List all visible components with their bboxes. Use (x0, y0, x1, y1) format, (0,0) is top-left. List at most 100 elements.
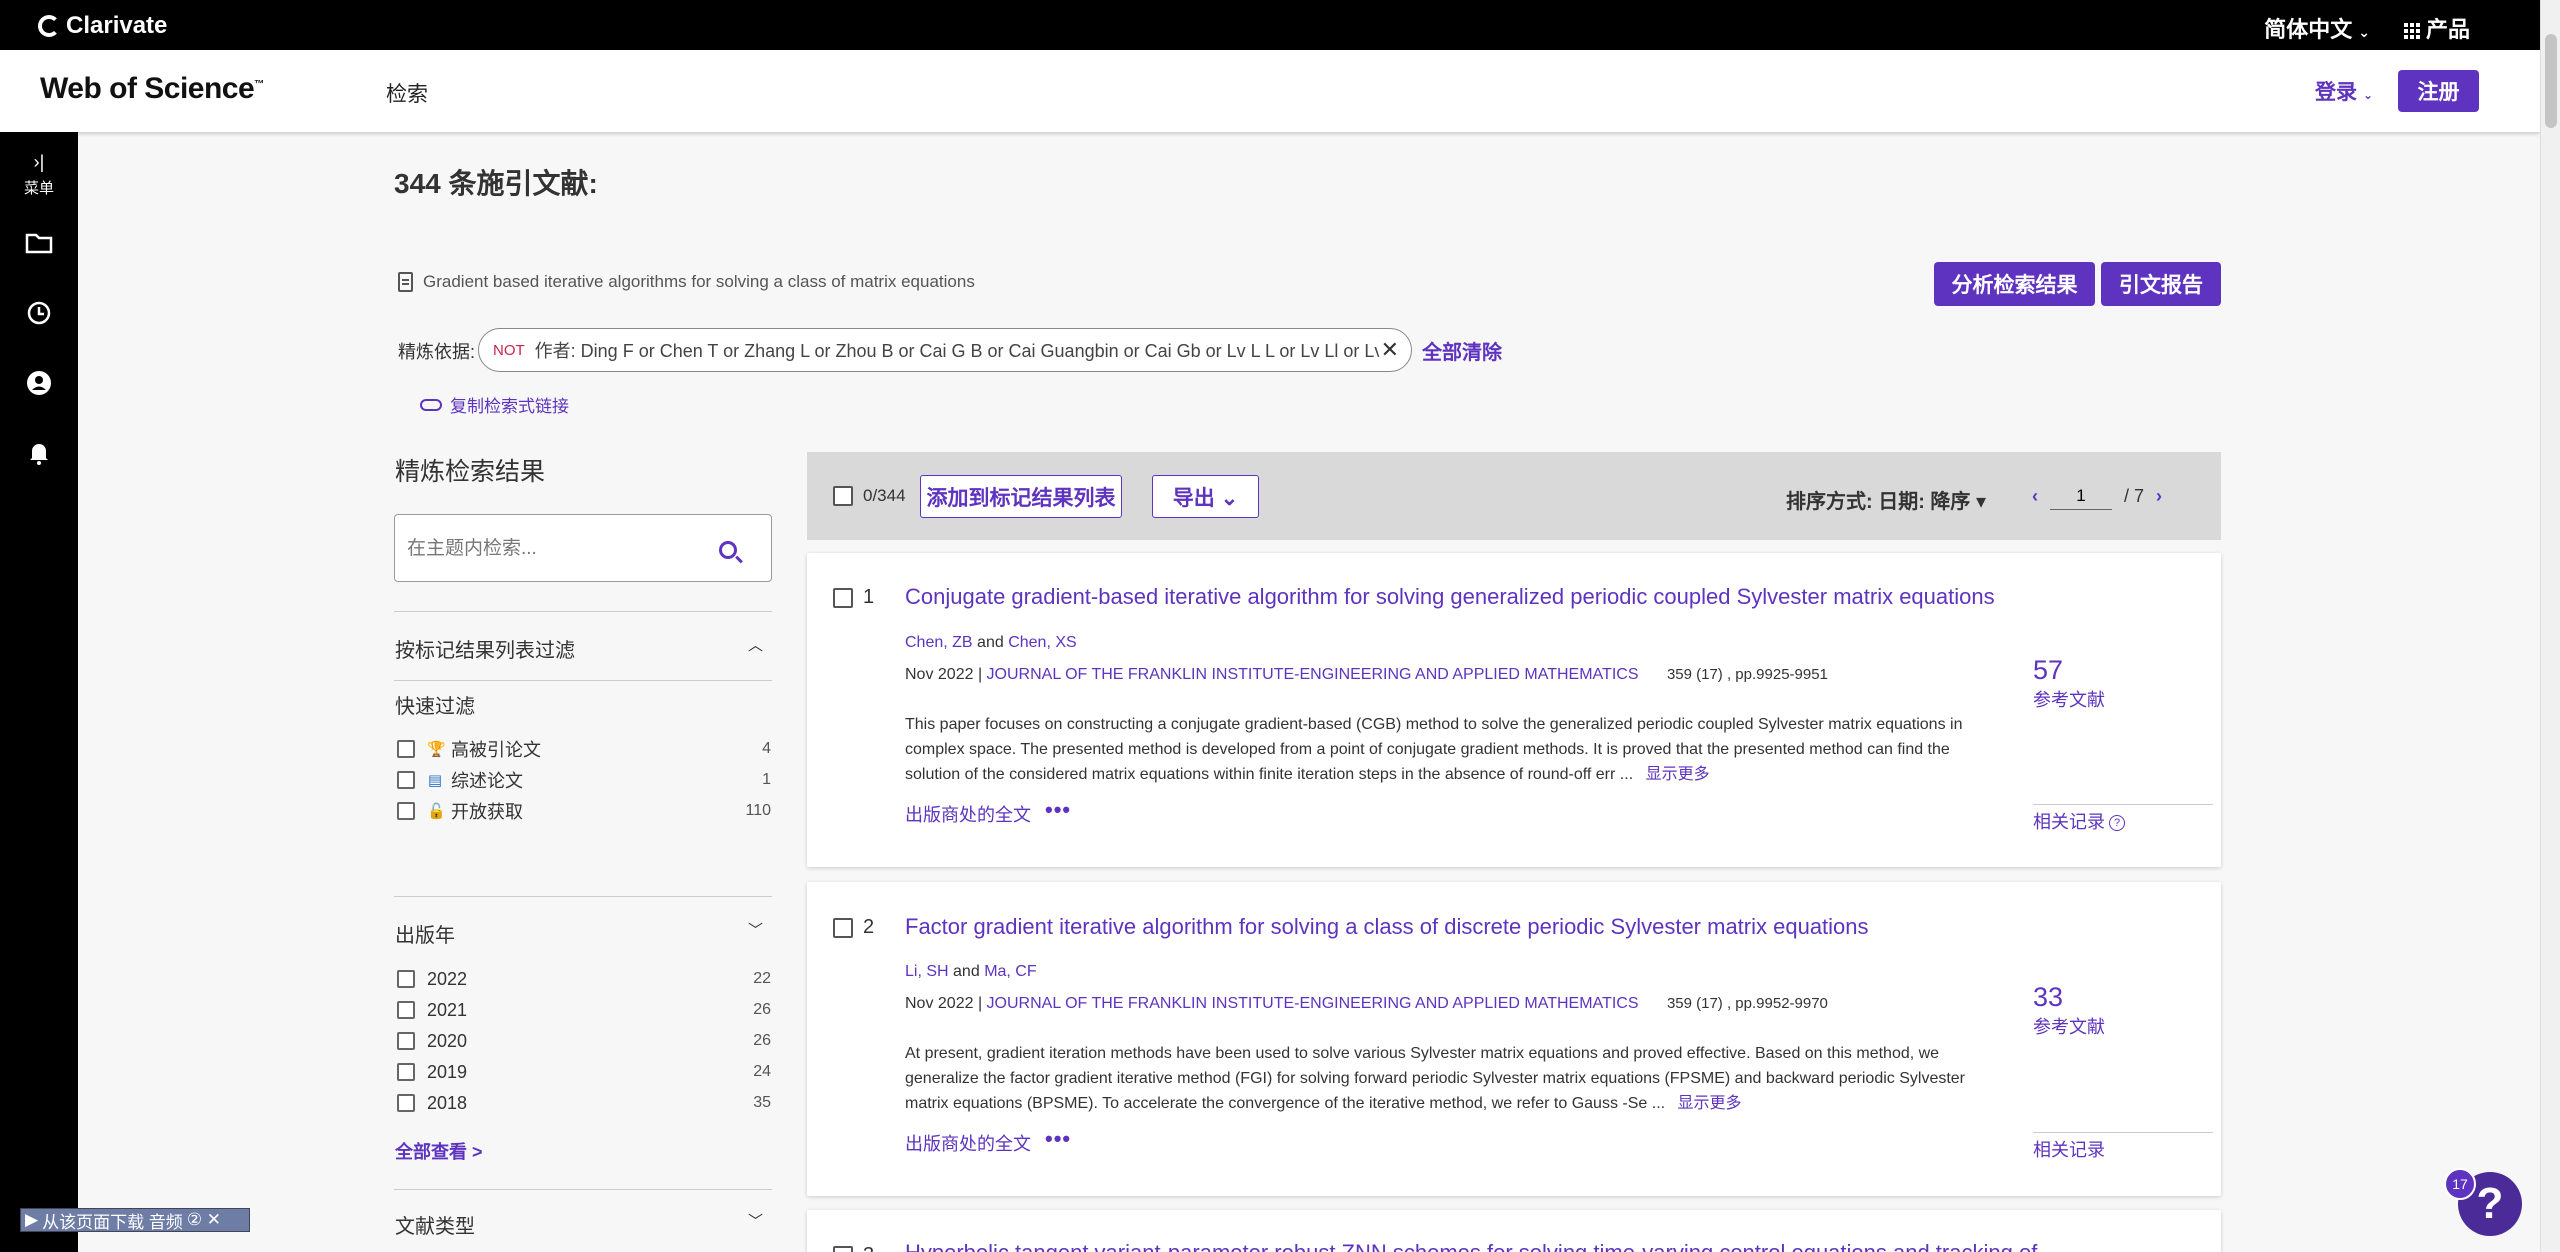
products-menu[interactable]: 产品 (2403, 12, 2470, 44)
analyze-results-button[interactable]: 分析检索结果 (1934, 262, 2095, 306)
sort-label: 排序方式: 日期: 降序 (1786, 491, 1971, 513)
export-button[interactable]: 导出 ⌄ (1152, 475, 1259, 518)
quick-filter-review[interactable]: ▤ 综述论文 1 (397, 768, 771, 792)
help-icon[interactable]: ? (2109, 815, 2125, 832)
record-checkbox[interactable] (833, 588, 853, 608)
abstract-text: This paper focuses on constructing a con… (905, 716, 1963, 783)
checkbox[interactable] (397, 1032, 415, 1050)
sidebar-menu-toggle[interactable]: ›| 菜单 (0, 152, 78, 198)
reference-count[interactable]: 57 (2033, 655, 2063, 686)
marked-list-filter-header[interactable]: 按标记结果列表过滤 ︿ (395, 634, 773, 663)
reference-label[interactable]: 参考文献 (2033, 1013, 2105, 1039)
record-number: 3 (863, 1244, 874, 1252)
copy-query-link[interactable]: 复制检索式链接 (420, 392, 569, 417)
topic-search-input[interactable] (407, 535, 707, 563)
divider (394, 611, 772, 612)
record-title-link[interactable]: Conjugate gradient-based iterative algor… (905, 584, 1995, 610)
checkbox[interactable] (397, 802, 415, 820)
year-filter-2020[interactable]: 2020 26 (397, 1029, 771, 1053)
pub-year-header[interactable]: 出版年 ﹀ (395, 919, 773, 948)
sort-dropdown[interactable]: 排序方式: 日期: 降序 ▾ (1786, 485, 1986, 514)
search-icon[interactable] (719, 541, 737, 559)
checkbox[interactable] (397, 970, 415, 988)
refine-results-title: 精炼检索结果 (395, 458, 546, 486)
pub-date: Nov 2022 | (905, 666, 983, 683)
filter-count: 4 (762, 740, 771, 757)
language-selector[interactable]: 简体中文 ⌄ (2264, 12, 2370, 44)
quick-filter-open-access[interactable]: 🔓 开放获取 110 (397, 799, 771, 823)
more-options-icon[interactable]: ••• (1045, 1126, 1071, 1152)
divider (394, 1189, 772, 1190)
trophy-icon: 🏆 (427, 741, 446, 758)
related-records-link[interactable]: 相关记录 (2033, 1136, 2105, 1162)
chevron-down-icon: ﹀ (747, 922, 763, 939)
chevron-down-icon: ⌄ (2358, 24, 2370, 40)
show-more-link[interactable]: 显示更多 (1646, 766, 1710, 783)
checkbox[interactable] (397, 1094, 415, 1112)
year-filter-2019[interactable]: 2019 24 (397, 1060, 771, 1084)
reference-count[interactable]: 33 (2033, 982, 2063, 1013)
clarivate-logo-icon (38, 15, 60, 37)
record-title-link[interactable]: Hyperbolic tangent variant-parameter rob… (905, 1240, 2037, 1252)
quick-filter-highly-cited[interactable]: 🏆 高被引论文 4 (397, 737, 771, 761)
nav-search-link[interactable]: 检索 (386, 78, 428, 108)
login-menu[interactable]: 登录 ⌄ (2315, 76, 2373, 106)
checkbox[interactable] (397, 1063, 415, 1081)
year-filter-2018[interactable]: 2018 35 (397, 1091, 771, 1115)
filter-count: 24 (753, 1063, 771, 1080)
products-label: 产品 (2425, 17, 2470, 42)
checkbox[interactable] (397, 1001, 415, 1019)
record-title-link[interactable]: Factor gradient iterative algorithm for … (905, 914, 1869, 940)
citation-report-button[interactable]: 引文报告 (2101, 262, 2221, 306)
add-to-marked-list-button[interactable]: 添加到标记结果列表 (920, 475, 1122, 518)
site-header: Web of Science™ 检索 登录 ⌄ 注册 (0, 50, 2540, 132)
year-filter-2021[interactable]: 2021 26 (397, 998, 771, 1022)
see-all-years-link[interactable]: 全部查看 > (395, 1138, 483, 1164)
publisher-fulltext-link[interactable]: 出版商处的全文 (905, 1130, 1031, 1156)
record-number: 1 (863, 586, 875, 608)
next-page-icon[interactable]: › (2156, 486, 2162, 507)
close-icon[interactable]: ✕ (1381, 337, 1399, 363)
journal-link[interactable]: JOURNAL OF THE FRANKLIN INSTITUTE-ENGINE… (987, 995, 1639, 1012)
author-link[interactable]: Chen, ZB (905, 634, 973, 651)
doc-type-label: 文献类型 (395, 1216, 475, 1238)
download-bar-controls[interactable]: ② ✕ (187, 1210, 221, 1230)
journal-link[interactable]: JOURNAL OF THE FRANKLIN INSTITUTE-ENGINE… (987, 666, 1639, 683)
clear-all-link[interactable]: 全部清除 (1422, 336, 1502, 365)
checkbox[interactable] (397, 771, 415, 789)
author-link[interactable]: Chen, XS (1008, 634, 1076, 651)
author-link[interactable]: Ma, CF (984, 963, 1036, 980)
audio-download-bar[interactable]: ▶ 从该页面下载 音频 ② ✕ (20, 1208, 250, 1232)
folder-icon[interactable] (24, 228, 54, 258)
register-button[interactable]: 注册 (2398, 70, 2479, 112)
related-records-link[interactable]: 相关记录? (2033, 808, 2125, 834)
wos-logo[interactable]: Web of Science™ (40, 72, 264, 106)
author-link[interactable]: Li, SH (905, 963, 949, 980)
checkbox[interactable] (397, 740, 415, 758)
source-document: Gradient based iterative algorithms for … (398, 272, 975, 292)
select-all-checkbox[interactable] (833, 486, 853, 506)
more-options-icon[interactable]: ••• (1045, 797, 1071, 823)
publisher-fulltext-link[interactable]: 出版商处的全文 (905, 801, 1031, 827)
bell-icon[interactable] (24, 438, 54, 468)
pub-date: Nov 2022 | (905, 995, 983, 1012)
chevron-down-icon: ﹀ (747, 1213, 763, 1230)
show-more-link[interactable]: 显示更多 (1678, 1095, 1742, 1112)
year-filter-2022[interactable]: 2022 22 (397, 967, 771, 991)
scrollbar-thumb[interactable] (2545, 34, 2557, 128)
filter-label: 2020 (427, 1030, 468, 1051)
history-icon[interactable] (24, 298, 54, 328)
refine-filter-chip[interactable]: NOT 作者: Ding F or Chen T or Zhang L or Z… (478, 328, 1412, 372)
refine-label: 精炼依据: (398, 342, 476, 362)
doc-type-header[interactable]: 文献类型 ﹀ (395, 1210, 773, 1239)
reference-label[interactable]: 参考文献 (2033, 686, 2105, 712)
sidebar-menu-label: 菜单 (23, 180, 54, 197)
record-abstract: At present, gradient iteration methods h… (905, 1041, 1995, 1116)
user-account-icon[interactable] (24, 368, 54, 398)
record-checkbox[interactable] (833, 1246, 853, 1252)
prev-page-icon[interactable]: ‹ (2032, 486, 2038, 507)
clarivate-logo[interactable]: Clarivate (38, 12, 167, 40)
page-number-input[interactable] (2050, 482, 2112, 510)
record-checkbox[interactable] (833, 918, 853, 938)
page-scrollbar[interactable] (2540, 0, 2560, 1252)
